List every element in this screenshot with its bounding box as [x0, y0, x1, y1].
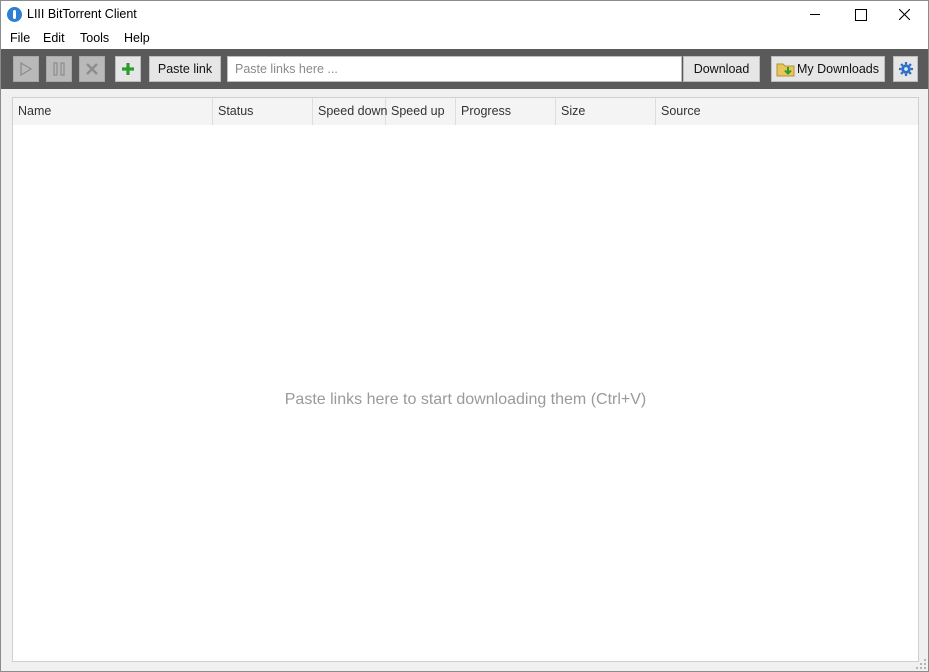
- close-button[interactable]: [882, 1, 928, 28]
- download-button[interactable]: Download: [683, 56, 760, 82]
- toolbar: Paste link Download My Downloads: [1, 49, 928, 89]
- my-downloads-button[interactable]: My Downloads: [771, 56, 885, 82]
- pause-icon: [53, 62, 65, 76]
- app-logo-icon: [7, 7, 22, 22]
- empty-list-message: Paste links here to start downloading th…: [284, 391, 647, 408]
- window-title: LIII BitTorrent Client: [27, 7, 137, 21]
- app-window: LIII BitTorrent Client File Edit Tools H…: [0, 0, 929, 672]
- resize-grip[interactable]: [914, 657, 926, 669]
- column-header-progress[interactable]: Progress: [456, 98, 556, 125]
- column-header-speed-down[interactable]: Speed down: [313, 98, 388, 125]
- add-torrent-button[interactable]: [115, 56, 141, 82]
- title-bar[interactable]: LIII BitTorrent Client: [1, 1, 928, 28]
- maximize-button[interactable]: [837, 1, 883, 28]
- pause-button[interactable]: [46, 56, 72, 82]
- menu-file[interactable]: File: [10, 31, 30, 45]
- paste-link-button[interactable]: Paste link: [149, 56, 221, 82]
- gear-icon: [898, 61, 913, 77]
- stop-icon: [86, 63, 98, 75]
- link-input[interactable]: [227, 56, 682, 82]
- minimize-button[interactable]: [792, 1, 838, 28]
- settings-button[interactable]: [893, 56, 918, 82]
- start-button[interactable]: [13, 56, 39, 82]
- list-header: Name Status Speed down Speed up Progress…: [13, 98, 918, 125]
- column-header-speed-up[interactable]: Speed up: [386, 98, 456, 125]
- column-header-status[interactable]: Status: [213, 98, 313, 125]
- menu-help[interactable]: Help: [124, 31, 150, 45]
- column-header-size[interactable]: Size: [556, 98, 656, 125]
- menu-tools[interactable]: Tools: [80, 31, 109, 45]
- column-header-source[interactable]: Source: [656, 98, 918, 125]
- my-downloads-label: My Downloads: [797, 62, 879, 76]
- menu-bar: File Edit Tools Help: [1, 28, 928, 49]
- play-icon: [20, 62, 32, 76]
- column-header-name[interactable]: Name: [13, 98, 213, 125]
- close-icon: [899, 9, 910, 20]
- torrent-list[interactable]: Name Status Speed down Speed up Progress…: [12, 97, 919, 662]
- download-folder-icon: [776, 63, 795, 77]
- stop-button[interactable]: [79, 56, 105, 82]
- menu-edit[interactable]: Edit: [43, 31, 65, 45]
- plus-icon: [122, 63, 134, 75]
